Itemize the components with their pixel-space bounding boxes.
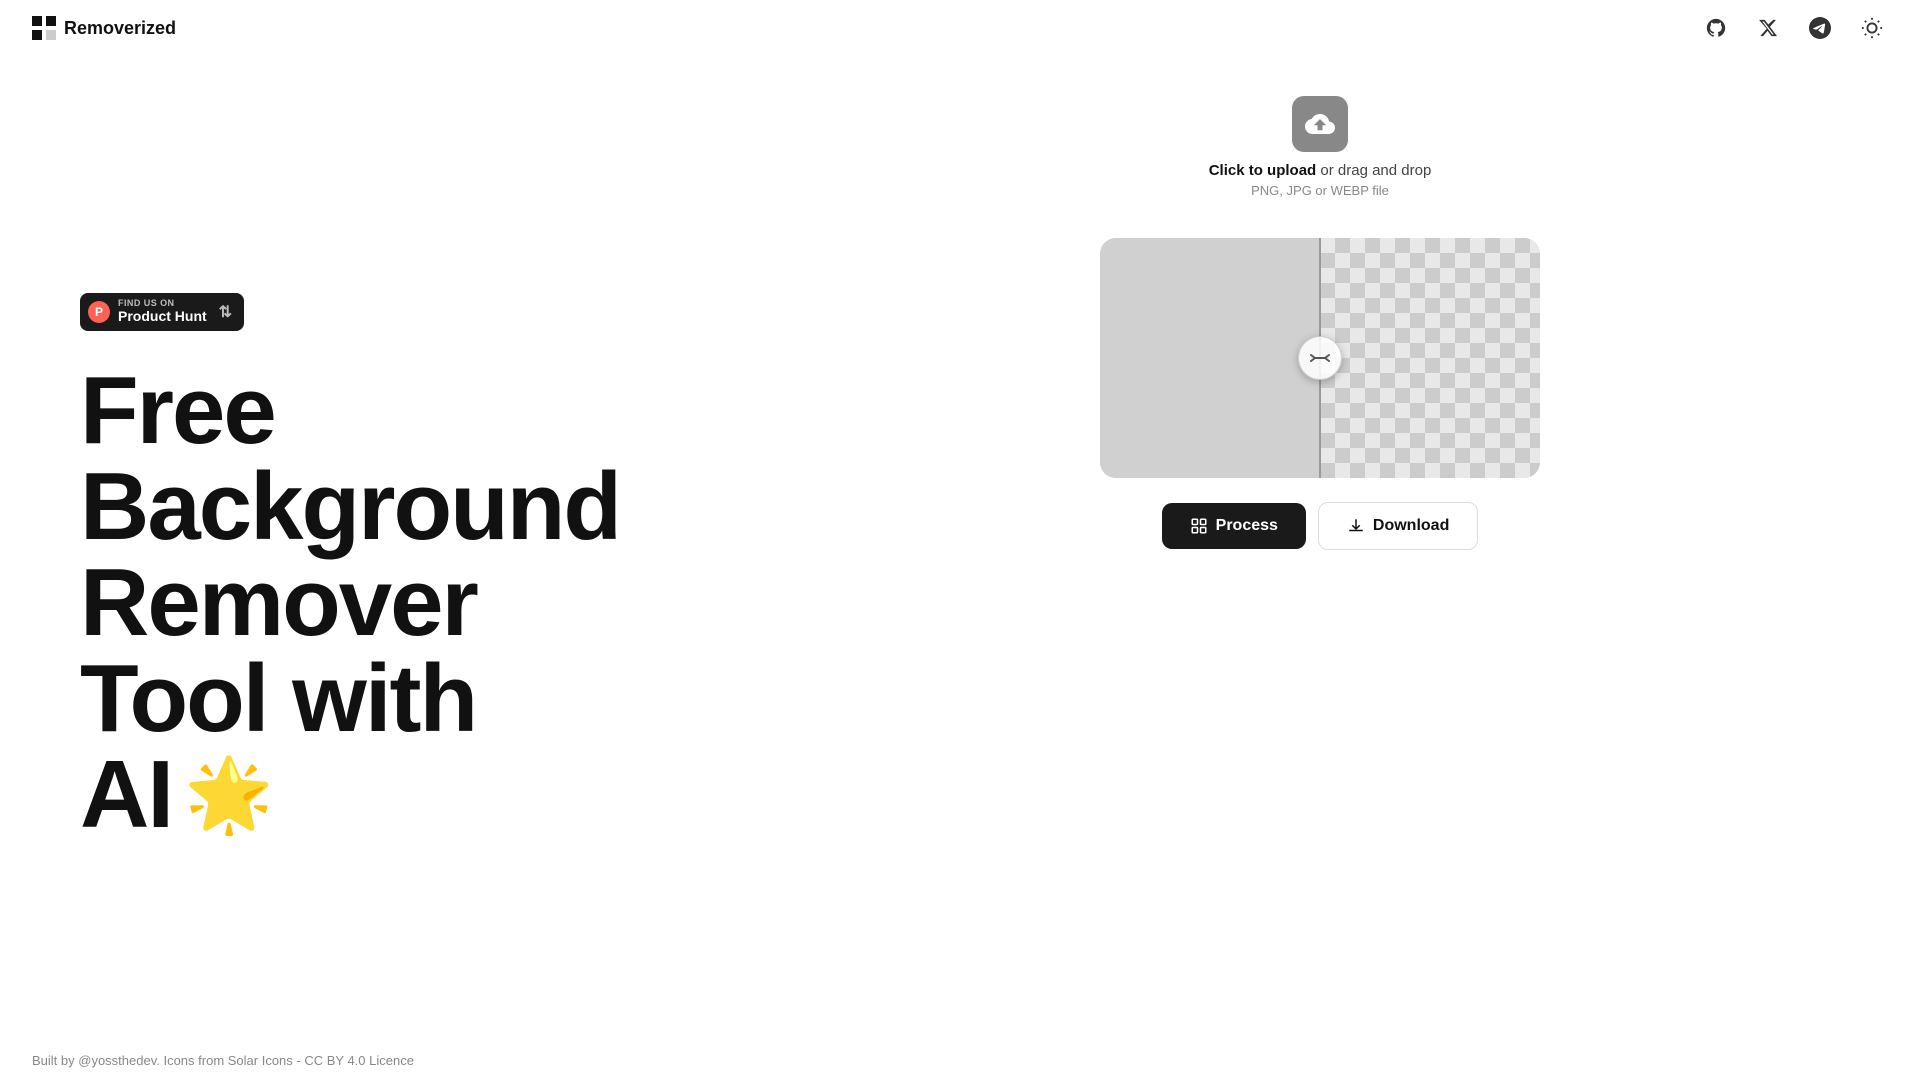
github-icon [1705, 17, 1727, 39]
logo-icon [32, 16, 56, 40]
hero-title: Free Background Remover Tool with AI 🌟 [80, 363, 680, 843]
upload-text: Click to upload or drag and drop [1209, 162, 1432, 179]
slider-handle[interactable] [1298, 336, 1342, 380]
process-button[interactable]: Process [1162, 503, 1306, 549]
upload-subtext: PNG, JPG or WEBP file [1251, 183, 1389, 198]
action-buttons: Process Download [1162, 502, 1479, 550]
footer-text: Built by @yossthedev. Icons from Solar I… [32, 1053, 414, 1068]
telegram-button[interactable] [1804, 12, 1836, 44]
hero-line-3: Remover [80, 555, 680, 651]
slider-arrows-icon [1309, 350, 1331, 366]
telegram-icon [1809, 17, 1831, 39]
product-hunt-badge[interactable]: P FIND US ON Product Hunt ⇅ [80, 293, 244, 331]
x-twitter-icon [1758, 18, 1778, 38]
hero-line-2: Background [80, 459, 680, 555]
preview-container [1100, 238, 1540, 478]
hero-line-4: Tool with [80, 651, 680, 747]
logo-text: Removerized [64, 18, 176, 39]
preview-original [1100, 238, 1320, 478]
hero-line-1: Free [80, 363, 680, 459]
product-hunt-icon: P [88, 301, 110, 323]
main-content: P FIND US ON Product Hunt ⇅ Free Backgro… [0, 0, 1920, 1080]
twitter-button[interactable] [1752, 12, 1784, 44]
product-hunt-arrow: ⇅ [219, 302, 232, 322]
upload-cloud-icon [1305, 109, 1335, 139]
theme-icon [1861, 17, 1883, 39]
preview-processed [1320, 238, 1540, 478]
product-hunt-name: Product Hunt [118, 308, 207, 325]
header: Removerized [0, 0, 1920, 56]
download-button[interactable]: Download [1318, 502, 1478, 550]
logo[interactable]: Removerized [32, 16, 176, 40]
right-panel: Click to upload or drag and drop PNG, JP… [760, 56, 1920, 1080]
product-hunt-find-us: FIND US ON [118, 299, 207, 308]
star-emoji: 🌟 [184, 759, 272, 831]
footer: Built by @yossthedev. Icons from Solar I… [0, 1041, 1920, 1080]
process-icon [1190, 517, 1208, 535]
download-icon [1347, 517, 1365, 535]
theme-toggle-button[interactable] [1856, 12, 1888, 44]
upload-area[interactable]: Click to upload or drag and drop PNG, JP… [1100, 76, 1540, 218]
nav-icons [1700, 12, 1888, 44]
left-panel: P FIND US ON Product Hunt ⇅ Free Backgro… [0, 56, 760, 1080]
github-button[interactable] [1700, 12, 1732, 44]
upload-icon-wrapper [1292, 96, 1348, 152]
hero-line-5: AI 🌟 [80, 747, 680, 843]
product-hunt-text: FIND US ON Product Hunt [118, 299, 207, 325]
